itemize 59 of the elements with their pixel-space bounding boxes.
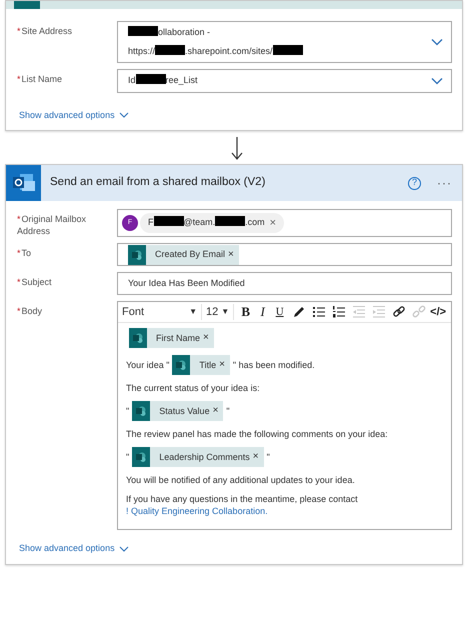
field-text: Id — [128, 75, 136, 85]
font-select[interactable]: Font ▼ — [122, 304, 202, 320]
underline-button[interactable]: U — [272, 304, 288, 320]
help-button[interactable]: ? — [408, 176, 421, 190]
field-text: F — [148, 217, 154, 228]
body-text: You will be notified of any additional updates to your idea. — [126, 474, 356, 486]
redaction-bar — [215, 216, 246, 226]
show-advanced-options-link[interactable]: Show advanced options — [19, 108, 115, 122]
down-arrow-icon — [231, 137, 243, 161]
body-text: Your idea " — [126, 359, 170, 371]
body-text: " — [266, 451, 270, 463]
field-label: *Site Address — [17, 25, 74, 38]
chevron-down-icon — [118, 546, 129, 552]
pen-icon[interactable] — [292, 305, 306, 319]
link-icon[interactable] — [392, 305, 406, 319]
more-options-button[interactable]: ··· — [437, 174, 452, 192]
rich-text-editor[interactable] — [117, 301, 452, 530]
field-text: @team. — [184, 217, 216, 228]
dropdown-field[interactable]: Id ree_List — [117, 69, 452, 92]
body-text: The current status of your idea is: — [126, 382, 261, 394]
field-label: *Body — [17, 305, 44, 318]
chevron-down-icon — [118, 112, 129, 118]
remove-icon[interactable]: × — [270, 214, 276, 232]
chevron-down-icon — [431, 38, 443, 46]
redaction-bar — [154, 216, 184, 226]
field-label: *List Name — [17, 73, 64, 86]
card-title: Send an email from a shared mailbox (V2) — [49, 175, 266, 190]
size-select[interactable]: 12 ▼ — [206, 304, 234, 320]
field-text: ree_List — [166, 75, 198, 85]
field-text: https:// — [128, 46, 156, 56]
body-text: " — [226, 405, 230, 417]
show-advanced-options-link[interactable]: Show advanced options — [19, 542, 115, 556]
code-view-button[interactable]: </> — [429, 304, 448, 320]
dropdown-field[interactable]: ollaboration - https:// .sharepoint.com/sites/ — [117, 21, 452, 63]
body-text: " — [126, 405, 130, 417]
bold-button[interactable]: B — [238, 304, 254, 320]
body-text: The review panel has made the following comments on your idea: — [126, 428, 389, 440]
sharepoint-icon — [14, 1, 40, 9]
input-field[interactable]: Created By Email × — [117, 243, 452, 266]
field-label: *Subject — [17, 276, 53, 289]
field-text: .com — [245, 217, 265, 228]
field-label: *Original Mailbox Address — [17, 213, 88, 237]
field-text: ollaboration - — [158, 27, 210, 37]
redaction-bar — [155, 44, 186, 54]
body-text: " has been modified. — [232, 359, 315, 371]
redaction-bar — [136, 74, 166, 84]
bulleted-list-icon[interactable] — [312, 305, 326, 319]
body-text: " — [126, 451, 130, 463]
contact-link[interactable]: ! Quality Engineering Collaboration. — [126, 506, 268, 516]
field-label: *To — [17, 247, 32, 260]
chevron-down-icon — [431, 76, 443, 85]
italic-button[interactable]: I — [255, 304, 270, 320]
redaction-bar — [128, 26, 158, 36]
field-text: .sharepoint.com/sites/ — [185, 46, 273, 56]
redaction-bar — [272, 44, 303, 54]
input-field[interactable]: Your Idea Has Been Modified — [117, 272, 452, 295]
numbered-list-icon[interactable] — [332, 305, 346, 319]
person-chip[interactable]: F @team. .com × — [140, 213, 284, 233]
body-text: If you have any questions in the meantime, please contact — [126, 494, 358, 504]
